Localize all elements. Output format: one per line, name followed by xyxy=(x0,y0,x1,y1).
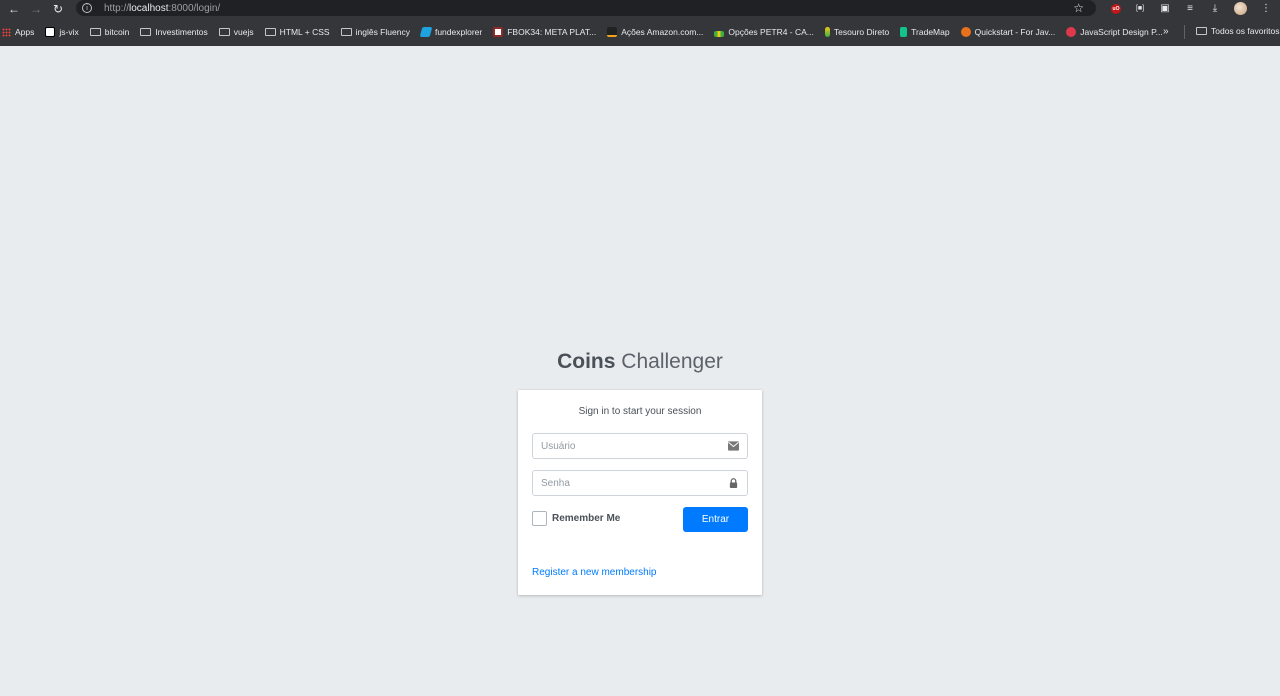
url-text[interactable]: http://localhost:8000/login/ xyxy=(104,3,220,14)
bookmark-vuejs[interactable]: vuejs xyxy=(218,27,254,37)
fundexplorer-icon xyxy=(419,27,433,37)
bookmark-label: bitcoin xyxy=(104,27,130,37)
bookmark-label: inglês Fluency xyxy=(355,27,410,37)
remember-me-checkbox[interactable] xyxy=(532,511,547,526)
folder-icon xyxy=(140,28,152,36)
bookmark-apps[interactable]: Apps xyxy=(2,27,34,37)
logo-bold-text: Coins xyxy=(557,350,616,373)
bookmark-trademap[interactable]: TradeMap xyxy=(900,27,950,37)
back-arrow-icon[interactable]: ← xyxy=(6,1,22,17)
bookmark-label: Quickstart - For Jav... xyxy=(974,27,1056,37)
forward-arrow-icon[interactable]: → xyxy=(28,1,44,17)
lock-icon xyxy=(729,478,738,488)
bookmark-label: Ações Amazon.com... xyxy=(621,27,704,37)
password-input-group xyxy=(532,470,748,496)
register-link[interactable]: Register a new membership xyxy=(532,567,657,578)
browser-chrome: ← → ↻ i http://localhost:8000/login/ ☆ u… xyxy=(0,0,1280,46)
login-logo: Coins Challenger xyxy=(518,350,762,374)
bookmark-js-design[interactable]: JavaScript Design P... xyxy=(1066,27,1163,37)
chart-icon xyxy=(714,31,725,37)
remember-me-label: Remember Me xyxy=(552,513,621,524)
bookmark-fbok34[interactable]: FBOK34: META PLAT... xyxy=(493,27,596,37)
bookmarks-bar: Apps js-vix bitcoin Investimentos vuejs … xyxy=(0,20,1280,44)
extensions-area: uO [■] ▣ ≡ ⤓ ⋮ xyxy=(1111,0,1280,17)
tesouro-icon xyxy=(824,27,830,37)
folder-icon xyxy=(89,28,101,36)
reload-icon[interactable]: ↻ xyxy=(50,1,66,17)
username-input[interactable] xyxy=(533,435,713,457)
investing-icon xyxy=(607,27,618,37)
envelope-icon xyxy=(728,441,739,451)
browser-menu-icon[interactable]: ⋮ xyxy=(1260,3,1272,15)
bookmark-tesouro-direto[interactable]: Tesouro Direto xyxy=(824,27,890,37)
bookmark-label: Apps xyxy=(15,27,35,37)
apps-grid-icon xyxy=(2,27,11,37)
bookmark-label: HTML + CSS xyxy=(279,27,330,37)
reading-list-icon[interactable]: ≡ xyxy=(1184,3,1196,15)
bookmark-label: Investimentos xyxy=(155,27,208,37)
all-bookmarks-folder[interactable]: Todos os favoritos xyxy=(1196,26,1280,36)
bookmark-html-css[interactable]: HTML + CSS xyxy=(264,27,330,37)
folder-icon xyxy=(218,28,230,36)
password-input[interactable] xyxy=(533,472,713,494)
notion-icon xyxy=(45,27,56,37)
bookmark-ingles-fluency[interactable]: inglês Fluency xyxy=(340,27,410,37)
bookmark-label: js-vix xyxy=(59,27,79,37)
folder-icon xyxy=(340,28,352,36)
site-info-icon[interactable]: i xyxy=(82,3,92,13)
bookmark-fundexplorer[interactable]: fundexplorer xyxy=(419,27,483,37)
puzzle-extensions-icon[interactable]: ▣ xyxy=(1159,3,1171,15)
remember-me[interactable]: Remember Me xyxy=(532,511,620,526)
bookmarks-divider xyxy=(1184,25,1185,39)
folder-icon xyxy=(1196,27,1207,35)
bookmark-acoes-amazon[interactable]: Ações Amazon.com... xyxy=(607,27,703,37)
download-icon[interactable]: ⤓ xyxy=(1209,3,1221,15)
trademap-icon xyxy=(900,27,908,37)
all-bookmarks-label: Todos os favoritos xyxy=(1211,26,1280,36)
bookmark-label: TradeMap xyxy=(911,27,950,37)
browser-toolbar: ← → ↻ i http://localhost:8000/login/ ☆ u… xyxy=(0,0,1280,17)
bookmark-label: FBOK34: META PLAT... xyxy=(507,27,597,37)
bookmark-opcoes-petr4[interactable]: Opções PETR4 - CA... xyxy=(714,27,814,37)
bookmark-label: Tesouro Direto xyxy=(833,27,890,37)
login-box-message: Sign in to start your session xyxy=(578,406,702,417)
bookmark-label: JavaScript Design P... xyxy=(1080,27,1163,37)
login-card: Sign in to start your session Remember M… xyxy=(518,390,762,595)
bookmark-star-icon[interactable]: ☆ xyxy=(1073,1,1084,15)
bookmark-investimentos[interactable]: Investimentos xyxy=(140,27,208,37)
bookmark-label: Opções PETR4 - CA... xyxy=(728,27,814,37)
submit-button[interactable]: Entrar xyxy=(683,507,748,532)
profile-avatar[interactable] xyxy=(1234,2,1247,15)
extension-icon[interactable]: [■] xyxy=(1134,3,1146,15)
bookmark-js-vix[interactable]: js-vix xyxy=(45,27,79,37)
bookmark-label: vuejs xyxy=(233,27,254,37)
ublock-extension-icon[interactable]: uO xyxy=(1111,3,1121,14)
logo-light-text: Challenger xyxy=(621,350,723,373)
bookmark-quickstart[interactable]: Quickstart - For Jav... xyxy=(960,27,1056,37)
s-logo-icon xyxy=(960,27,971,37)
bookmark-bitcoin[interactable]: bitcoin xyxy=(89,27,130,37)
address-bar[interactable]: i http://localhost:8000/login/ ☆ xyxy=(76,0,1096,16)
folder-icon xyxy=(264,28,276,36)
more-bookmarks-chevron-icon[interactable]: » xyxy=(1163,26,1169,37)
statusinvest-icon xyxy=(493,27,504,37)
d-logo-icon xyxy=(1066,27,1077,37)
bookmark-label: fundexplorer xyxy=(434,27,483,37)
username-input-group xyxy=(532,433,748,459)
